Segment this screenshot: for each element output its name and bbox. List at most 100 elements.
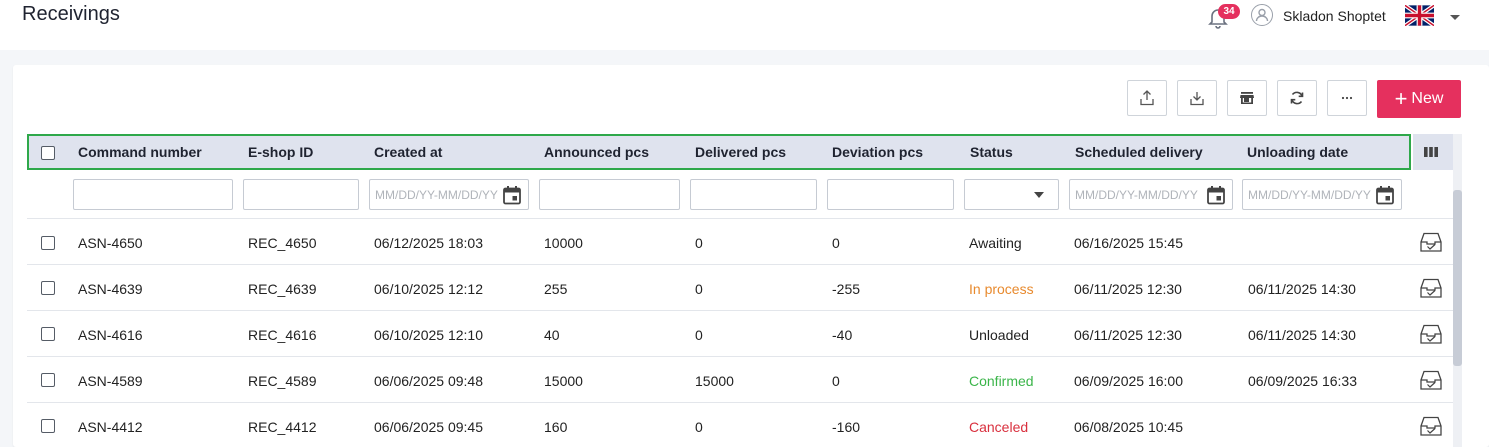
column-header-scheduled-delivery[interactable]: Scheduled delivery (1075, 144, 1203, 160)
column-header-eshop-id[interactable]: E-shop ID (248, 144, 313, 160)
cell-scheduled-delivery: 06/08/2025 10:45 (1074, 419, 1183, 435)
cell-eshop-id: REC_4589 (248, 373, 317, 389)
row-checkbox[interactable] (41, 236, 55, 250)
filter-announced-pcs[interactable] (539, 179, 680, 210)
filter-scheduled-placeholder: MM/DD/YY-MM/DD/YY (1075, 188, 1198, 202)
cell-eshop-id: REC_4616 (248, 327, 317, 343)
cell-status: Confirmed (969, 373, 1034, 389)
import-button[interactable] (1177, 80, 1217, 116)
cell-command-number[interactable]: ASN-4616 (78, 327, 143, 343)
cell-delivered-pcs: 0 (695, 419, 703, 435)
cell-command-number[interactable]: ASN-4412 (78, 419, 143, 435)
cell-scheduled-delivery: 06/16/2025 15:45 (1074, 235, 1183, 251)
cell-status: In process (969, 281, 1034, 297)
cell-status: Unloaded (969, 327, 1029, 343)
cell-command-number[interactable]: ASN-4650 (78, 235, 143, 251)
row-divider (27, 264, 1453, 265)
filter-unloading-date[interactable]: MM/DD/YY-MM/DD/YY (1242, 179, 1402, 210)
column-header-created-at[interactable]: Created at (374, 144, 442, 160)
calendar-icon[interactable] (502, 185, 522, 205)
cell-scheduled-delivery: 06/11/2025 12:30 (1074, 327, 1182, 343)
new-button-label: New (1411, 90, 1444, 107)
cell-delivered-pcs: 0 (695, 235, 703, 251)
cell-command-number[interactable]: ASN-4589 (78, 373, 143, 389)
column-header-status[interactable]: Status (970, 144, 1013, 160)
cell-announced-pcs: 10000 (544, 235, 583, 251)
cell-announced-pcs: 15000 (544, 373, 583, 389)
cell-deviation-pcs: 0 (832, 235, 840, 251)
inbox-check-icon[interactable] (1419, 369, 1443, 391)
refresh-button[interactable] (1277, 80, 1317, 116)
export-button[interactable] (1127, 80, 1167, 116)
cell-deviation-pcs: -40 (832, 327, 853, 343)
calendar-icon[interactable] (1375, 185, 1395, 205)
new-button[interactable]: + New (1377, 80, 1461, 118)
cell-scheduled-delivery: 06/09/2025 16:00 (1074, 373, 1183, 389)
store-button[interactable] (1227, 80, 1267, 116)
more-options-button[interactable] (1327, 80, 1367, 116)
row-divider (27, 310, 1453, 311)
notification-badge: 34 (1218, 4, 1240, 19)
cell-status: Awaiting (969, 235, 1022, 251)
filter-created-at-placeholder: MM/DD/YY-MM/DD/YY (375, 188, 498, 202)
column-header-announced-pcs[interactable]: Announced pcs (544, 144, 649, 160)
calendar-icon[interactable] (1206, 185, 1226, 205)
cell-created-at: 06/12/2025 18:03 (374, 235, 483, 251)
column-header-unloading-date[interactable]: Unloading date (1247, 144, 1348, 160)
cell-created-at: 06/06/2025 09:48 (374, 373, 483, 389)
filter-status-select[interactable] (964, 179, 1059, 210)
cell-unloading-date: 06/11/2025 14:30 (1248, 327, 1356, 343)
cell-created-at: 06/06/2025 09:45 (374, 419, 483, 435)
cell-eshop-id: REC_4412 (248, 419, 317, 435)
column-header-command-number[interactable]: Command number (78, 144, 202, 160)
row-checkbox[interactable] (41, 327, 55, 341)
cell-deviation-pcs: 0 (832, 373, 840, 389)
upload-icon (1140, 90, 1154, 106)
cell-announced-pcs: 160 (544, 419, 568, 435)
cell-unloading-date: 06/11/2025 14:30 (1248, 281, 1356, 297)
inbox-check-icon[interactable] (1419, 231, 1443, 253)
filter-deviation-pcs[interactable] (827, 179, 954, 210)
column-header-deviation-pcs[interactable]: Deviation pcs (832, 144, 923, 160)
receivings-card (13, 65, 1489, 447)
filter-eshop-id[interactable] (243, 179, 359, 210)
filter-delivered-pcs[interactable] (690, 179, 817, 210)
row-divider (27, 402, 1453, 403)
user-name[interactable]: Skladon Shoptet (1283, 8, 1386, 24)
inbox-check-icon[interactable] (1419, 277, 1443, 299)
row-checkbox[interactable] (41, 281, 55, 295)
user-avatar-icon[interactable] (1251, 4, 1273, 26)
cell-created-at: 06/10/2025 12:10 (374, 327, 483, 343)
cell-eshop-id: REC_4650 (248, 235, 317, 251)
cell-status: Canceled (969, 419, 1029, 435)
row-divider (27, 218, 1453, 219)
row-checkbox[interactable] (41, 419, 55, 433)
download-icon (1190, 92, 1204, 106)
select-all-checkbox[interactable] (41, 146, 55, 160)
row-checkbox[interactable] (41, 373, 55, 387)
row-divider (27, 356, 1453, 357)
cell-scheduled-delivery: 06/11/2025 12:30 (1074, 281, 1182, 297)
filter-unloading-placeholder: MM/DD/YY-MM/DD/YY (1248, 188, 1371, 202)
cell-delivered-pcs: 0 (695, 281, 703, 297)
store-icon (1240, 92, 1254, 104)
cell-deviation-pcs: -255 (832, 281, 861, 297)
uk-flag-icon[interactable] (1403, 3, 1436, 28)
column-header-delivered-pcs[interactable]: Delivered pcs (695, 144, 786, 160)
cell-delivered-pcs: 0 (695, 327, 703, 343)
scrollbar-thumb[interactable] (1453, 190, 1462, 366)
chevron-down-icon (1034, 192, 1044, 198)
page-title: Receivings (22, 3, 120, 25)
cell-unloading-date: 06/09/2025 16:33 (1248, 373, 1357, 389)
inbox-check-icon[interactable] (1419, 323, 1443, 345)
inbox-check-icon[interactable] (1419, 415, 1443, 437)
cell-created-at: 06/10/2025 12:12 (374, 281, 483, 297)
filter-created-at[interactable]: MM/DD/YY-MM/DD/YY (369, 179, 529, 210)
cell-announced-pcs: 40 (544, 327, 560, 343)
cell-command-number[interactable]: ASN-4639 (78, 281, 143, 297)
columns-settings-icon[interactable] (1423, 144, 1439, 160)
chevron-down-icon[interactable] (1449, 10, 1461, 22)
cell-eshop-id: REC_4639 (248, 281, 317, 297)
filter-command-number[interactable] (73, 179, 233, 210)
filter-scheduled-delivery[interactable]: MM/DD/YY-MM/DD/YY (1069, 179, 1233, 210)
